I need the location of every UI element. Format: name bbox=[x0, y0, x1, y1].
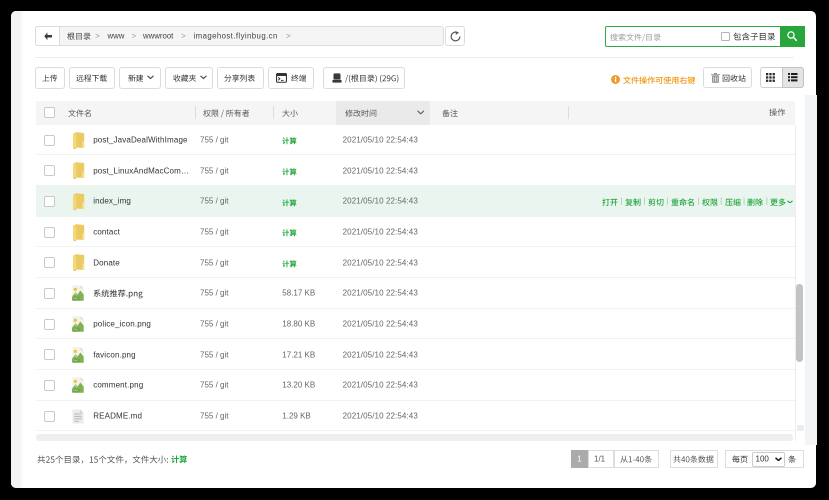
svg-text:PNG: PNG bbox=[73, 328, 79, 332]
svg-text:PNG: PNG bbox=[73, 358, 79, 362]
svg-text:PNG: PNG bbox=[73, 297, 79, 301]
svg-text:PNG: PNG bbox=[73, 389, 79, 393]
